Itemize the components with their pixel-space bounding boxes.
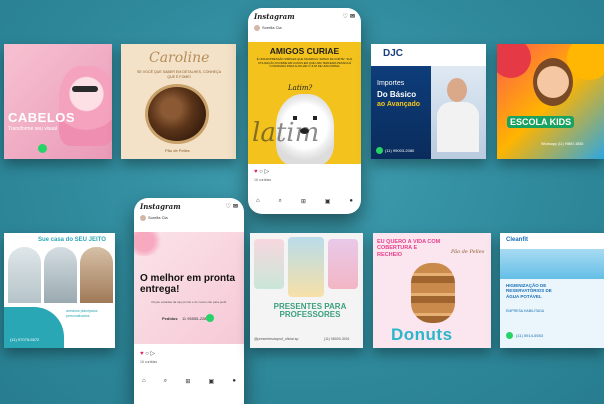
gifts-image: [254, 239, 284, 289]
amigos-latin: Latim?: [288, 84, 313, 92]
kids-title: ESCOLA KIDS: [507, 116, 575, 128]
pronta-sub: Peças variadas da loja pronta e do nosso…: [151, 300, 227, 304]
ig-user-row: Sorella Cia: [140, 215, 168, 221]
whatsapp-icon: [506, 332, 513, 339]
prof-title: PRESENTES PARA PROFESSORES: [273, 302, 347, 320]
donuts-brand: Pão de Pelles: [451, 249, 485, 255]
ingles-line1: Importes: [377, 80, 405, 87]
avatar: [140, 215, 146, 221]
ig-actions[interactable]: ♥ ○ ▷: [140, 350, 155, 357]
post-pronta-entrega: O melhor em pronta entrega! Peças variad…: [134, 232, 244, 344]
ig-header: Instagram ♡ ✉: [140, 202, 238, 214]
post-donuts: EU QUERO A VIDA COM COBERTURA E RECHEIO …: [373, 233, 491, 348]
kitchen-image: [80, 247, 113, 303]
prof-handle: @presentesdaprof_oficial.sp: [254, 337, 299, 341]
home-icon[interactable]: ⌂: [256, 198, 260, 205]
amigos-body: É UMA EXPRESSÃO SIMPLES QUE SIGNIFICA "A…: [256, 57, 353, 69]
donut-stack-image: [411, 263, 455, 323]
ig-username[interactable]: Sorella Cia: [148, 215, 168, 220]
prof-phone: (11) 98000-3001: [324, 337, 350, 341]
share-icon[interactable]: ▷: [151, 351, 156, 357]
donuts-title: Donuts: [391, 325, 453, 344]
sunglasses: [72, 86, 98, 92]
caroline-footer: Pão de Pelles: [165, 148, 190, 153]
comment-icon[interactable]: ○: [259, 169, 263, 175]
kids-phone: Whatsapp (11) 99887-6553: [541, 142, 584, 146]
profile-icon[interactable]: ●: [232, 378, 236, 385]
search-icon[interactable]: ⌕: [279, 198, 282, 205]
phone-mockup-bottom: Instagram ♡ ✉ Sorella Cia O melhor em pr…: [134, 198, 244, 404]
share-icon[interactable]: ▷: [265, 169, 270, 175]
ingles-phone: (11) 99003-2080: [385, 148, 415, 153]
clean-sub: EMPRESA HABILITADA: [506, 309, 545, 313]
phone-mockup-top: Instagram ♡ ✉ Sorella Cia AMIGOS CURIAE …: [248, 8, 361, 214]
post-amigos-curiae: AMIGOS CURIAE É UMA EXPRESSÃO SIMPLES QU…: [248, 42, 361, 164]
sue-sub: armários planejados personalizados: [66, 309, 98, 318]
ig-likes: 16 curtidas: [254, 178, 272, 182]
balloons: [497, 44, 531, 78]
chocolate-egg-image: [145, 84, 209, 144]
gifts-image: [288, 237, 324, 297]
pronta-phone: 11 95555-2283: [182, 316, 209, 321]
ig-app-name: Instagram: [254, 12, 295, 21]
ig-username[interactable]: Sorella Cia: [262, 25, 282, 30]
child-image: [533, 58, 573, 106]
caroline-tagline: SE VOCÊ QUE SABER EM DETALHES, CONHEÇA Q…: [136, 70, 221, 79]
ingles-logo: DJC: [383, 48, 404, 59]
heart-icon[interactable]: ♥: [254, 169, 258, 175]
ig-bottom-nav: ⌂ ⌕ ⊞ ▣ ●: [142, 378, 236, 385]
ig-likes: 16 curtidas: [140, 360, 158, 364]
sue-title: Sue casa do SEU JEITO: [38, 237, 106, 243]
ig-header-icons[interactable]: ♡ ✉: [226, 203, 239, 210]
avatar: [254, 25, 260, 31]
cabelos-headline: CABELOS: [8, 110, 76, 125]
amigos-title: AMIGOS CURIAE: [269, 46, 340, 56]
donuts-top: EU QUERO A VIDA COM COBERTURA E RECHEIO: [377, 239, 441, 258]
ig-app-name: Instagram: [140, 202, 181, 211]
man-body: [437, 102, 479, 152]
balloons: [567, 44, 604, 80]
kitchen-image: [8, 247, 41, 303]
post-kids: ESCOLA KIDS Whatsapp (11) 99887-6553: [497, 44, 604, 159]
whatsapp-icon: [376, 147, 383, 154]
comment-icon[interactable]: ○: [145, 351, 149, 357]
pronta-phone-label: Pedidos: [162, 316, 178, 321]
ingles-line2: Do Básico: [377, 90, 417, 99]
gifts-image: [328, 239, 358, 289]
sue-phone: (11) 97075-5572: [10, 337, 40, 342]
post-sue-casa: Sue casa do SEU JEITO armários planejado…: [4, 233, 115, 348]
add-icon[interactable]: ⊞: [301, 198, 306, 205]
caroline-brand: Caroline: [149, 50, 210, 66]
kitchen-image: [44, 247, 77, 303]
post-cleanfit: Cleanfit HIGIENIZAÇÃO DE RESERVATÓRIOS D…: [500, 233, 604, 348]
clean-phone: (11) 5914-5553: [516, 333, 544, 338]
man-head: [447, 78, 467, 102]
post-caroline: Caroline SE VOCÊ QUE SABER EM DETALHES, …: [121, 44, 236, 159]
ig-user-row: Sorella Cia: [254, 25, 282, 31]
clean-logo: Cleanfit: [506, 237, 529, 243]
whatsapp-icon: [206, 314, 214, 322]
profile-icon[interactable]: ●: [349, 198, 353, 205]
search-icon[interactable]: ⌕: [164, 378, 167, 385]
reels-icon[interactable]: ▣: [325, 198, 331, 205]
add-icon[interactable]: ⊞: [185, 378, 190, 385]
home-icon[interactable]: ⌂: [142, 378, 146, 385]
post-professores: PRESENTES PARA PROFESSORES @presentesdap…: [250, 233, 363, 348]
post-ingles: DJC Importes Do Básico ao Avançado (11) …: [371, 44, 486, 159]
ig-header-icons[interactable]: ♡ ✉: [343, 13, 356, 20]
pronta-headline: O melhor em pronta entrega!: [140, 273, 236, 295]
cabelos-sub: Transforme seu visual: [8, 126, 57, 132]
heart-icon[interactable]: ♥: [140, 351, 144, 357]
flowers: [134, 232, 164, 256]
ingles-line3: ao Avançado: [377, 101, 421, 108]
clean-title: HIGIENIZAÇÃO DE RESERVATÓRIOS DE ÁGUA PO…: [506, 283, 552, 299]
ig-header: Instagram ♡ ✉: [254, 12, 355, 24]
whatsapp-icon: [38, 144, 47, 153]
ig-actions[interactable]: ♥ ○ ▷: [254, 168, 269, 175]
pink-hair-woman-image: [59, 66, 112, 146]
amigos-script: latim: [252, 118, 320, 148]
reels-icon[interactable]: ▣: [209, 378, 215, 385]
ig-bottom-nav: ⌂ ⌕ ⊞ ▣ ●: [256, 198, 353, 205]
post-cabelos: CABELOS Transforme seu visual: [4, 44, 112, 159]
